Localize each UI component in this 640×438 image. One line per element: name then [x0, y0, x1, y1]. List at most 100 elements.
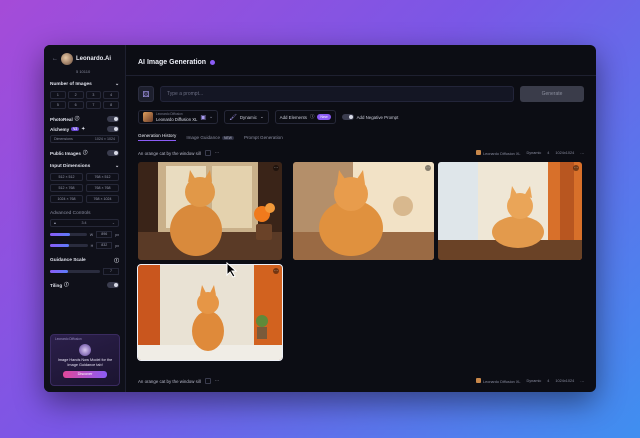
model-thumbnail — [475, 378, 481, 383]
image-options-icon[interactable]: ⋯ — [273, 165, 279, 171]
tab-new-badge: NEW — [222, 135, 234, 140]
tab-image-guidance[interactable]: Image Guidance NEW — [186, 135, 234, 140]
sidebar: ← Leonardo.Ai 5 10110 Number of Images ⌄… — [44, 45, 126, 392]
model-thumbnail — [143, 112, 153, 122]
model-selector[interactable]: Leonardo Diffusion Leonardo Diffusion XL… — [138, 110, 219, 124]
image-count-option[interactable]: 8 — [103, 101, 119, 109]
chevron-down-icon[interactable]: ⌄ — [115, 82, 119, 87]
photoreal-toggle[interactable] — [107, 116, 119, 122]
height-slider[interactable] — [50, 244, 88, 247]
new-badge: New — [317, 114, 331, 120]
generation-meta: Leonardo Diffusion XL Dynamic 4 1024x102… — [475, 150, 584, 156]
image-options-icon[interactable]: ⋯ — [573, 165, 579, 171]
height-slider-fill — [50, 244, 69, 247]
tab-bar: Generation History Image Guidance NEW Pro… — [138, 133, 584, 141]
width-slider-row: W 896 px — [50, 231, 119, 238]
image-count-option[interactable]: 1 — [50, 91, 66, 99]
divider — [126, 75, 596, 76]
app-window: ← Leonardo.Ai 5 10110 Number of Images ⌄… — [44, 45, 596, 392]
image-options-icon[interactable]: ⋯ — [425, 165, 431, 171]
guidance-slider[interactable] — [50, 270, 100, 273]
tiling-row: Tiling ⓘ — [50, 282, 119, 288]
image-count-option[interactable]: 5 — [50, 101, 66, 109]
generated-image[interactable]: ⋯ — [293, 162, 434, 260]
chevron-down-icon: ⌄ — [209, 114, 214, 120]
alchemy-badge: V2 — [71, 127, 80, 131]
promo-text: Image Hands Now Model for the Image Guid… — [57, 358, 113, 367]
dimension-option[interactable]: 768 × 768 — [86, 184, 119, 192]
dimension-option[interactable]: 768 × 1024 — [86, 195, 119, 203]
tab-prompt-generation[interactable]: Prompt Generation — [244, 135, 283, 140]
avatar[interactable] — [61, 53, 73, 65]
brand-name: Leonardo.Ai — [76, 56, 112, 62]
tools-row: Leonardo Diffusion Leonardo Diffusion XL… — [138, 110, 584, 124]
public-images-row: Public Images ⓘ — [50, 150, 119, 156]
info-icon: ⓘ — [114, 259, 119, 264]
tab-generation-history[interactable]: Generation History — [138, 133, 177, 141]
negative-prompt-row: Add Negative Prompt — [341, 114, 398, 120]
negative-prompt-toggle[interactable] — [341, 114, 354, 120]
info-icon: ⓘ — [74, 116, 80, 121]
generated-image[interactable]: ⋯ — [438, 162, 582, 260]
image-count-option[interactable]: 6 — [67, 101, 84, 109]
promo-card: Leonardo Diffusion Image Hands Now Model… — [50, 334, 120, 386]
model-thumbnail — [475, 150, 481, 155]
tiling-toggle[interactable] — [107, 282, 119, 288]
number-of-images-title: Number of Images ⌄ — [50, 82, 119, 87]
lock-icon: 🔒︎ — [54, 221, 56, 225]
advanced-controls-title[interactable]: Advanced Controls — [50, 211, 119, 216]
height-input[interactable]: 832 — [96, 242, 113, 249]
image-count-option[interactable]: 3 — [85, 91, 102, 99]
add-elements-button[interactable]: Add Elements ⓘ New — [274, 110, 336, 124]
guidance-input[interactable]: 7 — [103, 268, 119, 275]
more-icon[interactable]: ⋯ — [215, 150, 219, 156]
copy-icon[interactable] — [204, 378, 211, 384]
dimension-option[interactable]: 1024 × 768 — [50, 195, 83, 203]
image-count-option[interactable]: 4 — [103, 91, 119, 99]
image-options-icon[interactable]: ⋯ — [273, 268, 279, 274]
back-arrow-icon[interactable]: ← — [52, 56, 58, 62]
mouse-cursor-icon — [226, 262, 238, 278]
brand: ← Leonardo.Ai — [52, 53, 119, 65]
width-input[interactable]: 896 — [96, 231, 113, 238]
image-count-option[interactable]: 7 — [85, 101, 102, 109]
generation-prompt: An orange cat by the window sill — [138, 150, 201, 156]
public-images-toggle[interactable] — [107, 150, 119, 156]
discover-button[interactable]: Discover — [63, 371, 107, 378]
style-selector[interactable]: 🖌︎ Dynamic ⌄ — [224, 110, 269, 124]
prompt-generator-icon[interactable]: ⚄ — [138, 86, 154, 102]
alchemy-row: Alchemy V2 ✦ — [50, 126, 119, 132]
width-slider[interactable] — [50, 233, 87, 236]
photoreal-row: PhotoReal ⓘ — [50, 116, 119, 122]
generated-image-selected[interactable]: ⋯ — [137, 264, 283, 361]
brush-icon: 🖌︎ — [229, 114, 237, 121]
generated-image[interactable]: ⋯ — [138, 162, 282, 260]
cat-image — [138, 162, 282, 260]
more-icon[interactable]: ⋯ — [215, 378, 219, 384]
width-slider-fill — [50, 233, 71, 236]
info-icon: ⓘ — [309, 114, 315, 119]
generate-button[interactable]: Generate — [520, 86, 584, 102]
prompt-input[interactable]: Type a prompt... — [160, 86, 514, 102]
generation-meta: Leonardo Diffusion XL Dynamic 4 1024x102… — [475, 378, 584, 384]
guidance-scale-title: Guidance Scale ⓘ — [50, 258, 119, 264]
generation-header: An orange cat by the window sill ⋯ Leona… — [138, 150, 584, 156]
generation-prompt: An orange cat by the window sill — [138, 378, 201, 384]
more-icon[interactable]: ⋯ — [580, 379, 584, 384]
alchemy-toggle[interactable] — [107, 126, 119, 132]
main-area: AI Image Generation ⚄ Type a prompt... G… — [126, 45, 596, 392]
dimension-option[interactable]: 512 × 768 — [50, 184, 83, 192]
copy-icon[interactable] — [204, 150, 211, 156]
more-icon[interactable]: ⋯ — [580, 151, 584, 156]
promo-image — [79, 344, 91, 356]
dimension-option[interactable]: 512 × 512 — [50, 173, 83, 181]
sparkle-icon: ✦ — [81, 126, 86, 131]
dimensions-field[interactable]: Dimensions 1024 × 1024 — [50, 135, 119, 143]
chevron-down-icon[interactable]: ⌄ — [115, 164, 119, 169]
dimension-grid: 512 × 512 768 × 512 512 × 768 768 × 768 … — [50, 173, 119, 203]
image-count-grid: 1 2 3 4 5 6 7 8 — [50, 91, 119, 109]
input-dimensions-title: Input Dimensions ⌄ — [50, 164, 119, 169]
dimension-option[interactable]: 768 × 512 — [86, 173, 119, 181]
image-count-option[interactable]: 2 — [67, 91, 84, 99]
aspect-ratio-select[interactable]: 🔒︎ 3:4 ⌄ — [50, 219, 119, 227]
